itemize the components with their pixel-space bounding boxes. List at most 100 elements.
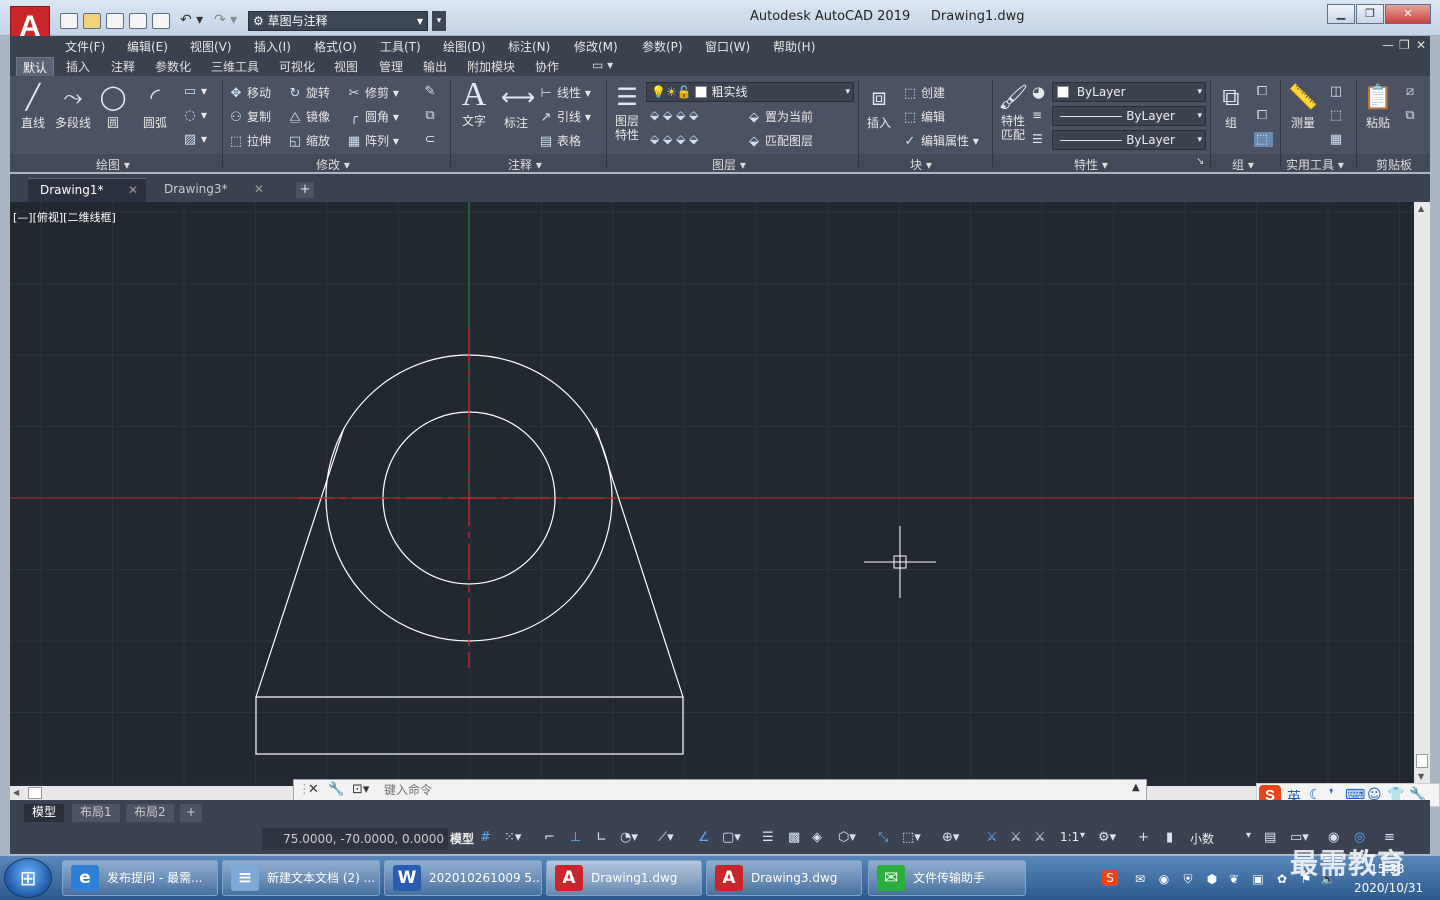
gear-icon[interactable]: ⚙▾	[1098, 830, 1116, 845]
scrollbar-thumb[interactable]	[1416, 754, 1428, 768]
sogou-tray-icon[interactable]: S	[1102, 870, 1118, 886]
nvidia-icon[interactable]: ▣	[1250, 871, 1266, 887]
taskbar-item-drawing3[interactable]: A Drawing3.dwg	[706, 860, 862, 896]
object-snap-tracking-icon[interactable]: ∠	[698, 830, 710, 845]
taskbar-item-notepad[interactable]: ≡ 新建文本文档 (2) ...	[222, 860, 380, 896]
new-tab-plus-icon[interactable]: +	[296, 182, 314, 198]
measure-button[interactable]: 📏 测量	[1284, 82, 1322, 131]
taskbar-item-drawing1[interactable]: A Drawing1.dwg	[546, 860, 702, 896]
clock-date[interactable]: 2020/10/31	[1354, 881, 1423, 895]
doc-close-icon[interactable]: ✕	[1416, 38, 1426, 52]
cursor-coordinates[interactable]: 75.0000, -70.0000, 0.0000	[262, 828, 448, 850]
minimize-button[interactable]: ▁	[1327, 4, 1355, 24]
linetype-select[interactable]: ByLayer ▾	[1052, 106, 1206, 126]
explode-icon[interactable]: ⧉	[422, 108, 441, 123]
table-button[interactable]: ▤ 表格	[538, 132, 581, 149]
tab-addins[interactable]: 附加模块	[467, 58, 515, 75]
set-current-button[interactable]: ⬙ 置为当前	[746, 108, 813, 125]
draw-panel-title[interactable]: 绘图 ▾	[96, 156, 130, 173]
maximize-button[interactable]: ❐	[1356, 4, 1384, 24]
redo-icon[interactable]: ↷ ▾	[214, 12, 237, 28]
utilities-panel-title[interactable]: 实用工具 ▾	[1286, 156, 1344, 173]
properties-panel-title[interactable]: 特性 ▾	[1074, 156, 1108, 173]
close-button[interactable]: ✕	[1385, 4, 1431, 24]
units-icon[interactable]: ▮	[1166, 830, 1173, 845]
snap-icon[interactable]: ⁙▾	[504, 830, 521, 845]
scroll-left-icon[interactable]: ◀	[13, 788, 19, 797]
command-prompt-icon[interactable]: ⊡▾	[352, 782, 369, 797]
add-layout-plus-icon[interactable]: +	[180, 804, 203, 822]
polyline-button[interactable]: ⤳ 多段线	[52, 82, 94, 131]
menu-edit[interactable]: 编辑(E)	[127, 38, 168, 55]
menu-draw[interactable]: 绘图(D)	[443, 38, 486, 55]
tab-view[interactable]: 视图	[334, 58, 358, 75]
rectangle-icon[interactable]: ▭ ▾	[182, 84, 207, 99]
close-icon[interactable]: ✕	[128, 179, 138, 201]
menu-insert[interactable]: 插入(I)	[254, 38, 291, 55]
leader-button[interactable]: ↗ 引线 ▾	[538, 108, 591, 125]
menu-parametric[interactable]: 参数(P)	[642, 38, 683, 55]
layout-tab-model[interactable]: 模型	[24, 804, 65, 822]
linetype-icon[interactable]: ≡	[1032, 108, 1042, 122]
qat-more-icon[interactable]: ▾	[432, 11, 446, 31]
drawing-canvas[interactable]: [—][俯视][二维线框]	[10, 202, 1414, 786]
doc-minimize-icon[interactable]: —	[1382, 38, 1394, 52]
open-folder-icon[interactable]	[83, 13, 101, 29]
new-file-icon[interactable]	[60, 13, 78, 29]
stretch-button[interactable]: ⬚ 拉伸	[228, 132, 271, 149]
color-select[interactable]: ByLayer ▾	[1052, 82, 1206, 102]
annotation-visibility-icon[interactable]: ⚔	[986, 830, 998, 845]
model-space-button[interactable]: 模型	[450, 830, 474, 847]
quick-select-icon[interactable]: ⬚	[1328, 108, 1347, 123]
arc-button[interactable]: ◜ 圆弧	[136, 82, 174, 131]
menu-view[interactable]: 视图(V)	[190, 38, 232, 55]
color-wheel-icon[interactable]: ◕	[1032, 83, 1045, 101]
tab-default[interactable]: 默认	[16, 57, 55, 78]
id-point-icon[interactable]: ◫	[1328, 84, 1347, 99]
paste-button[interactable]: 📋 粘贴	[1360, 82, 1396, 131]
object-snap-icon[interactable]: ▢▾	[722, 830, 741, 845]
edit-block-button[interactable]: ⬚ 编辑	[902, 108, 945, 125]
units-value[interactable]: 小数	[1190, 830, 1214, 847]
leaf-icon[interactable]: ❦	[1226, 871, 1242, 887]
viewport-controls-label[interactable]: [—][俯视][二维线框]	[13, 209, 116, 225]
line-button[interactable]: ╱ 直线	[16, 82, 50, 131]
offset-icon[interactable]: ⊂	[422, 132, 441, 147]
tab-collaborate[interactable]: 协作	[535, 58, 559, 75]
fillet-button[interactable]: ╭ 圆角 ▾	[346, 108, 399, 125]
layer-tools-row-2[interactable]: ⬙ ⬙ ⬙ ⬙	[650, 132, 698, 146]
layer-tools-row-1[interactable]: ⬙ ⬙ ⬙ ⬙	[650, 108, 698, 122]
app-tray-icon[interactable]: ✿	[1274, 871, 1290, 887]
linear-button[interactable]: ⊢ 线性 ▾	[538, 84, 591, 101]
ribbon-toggle-icon[interactable]: ▭ ▾	[592, 58, 613, 72]
scroll-up-icon[interactable]: ▲	[1418, 204, 1424, 213]
group-edit-icon[interactable]: ⧠	[1254, 108, 1273, 123]
copy-button[interactable]: ⚇ 复制	[228, 108, 271, 125]
undo-icon[interactable]: ↶ ▾	[180, 12, 203, 28]
grid-icon[interactable]: #	[480, 830, 491, 845]
gizmo-icon[interactable]: ⊕▾	[942, 830, 959, 845]
transparency-icon[interactable]: ▩	[788, 830, 800, 845]
properties-launcher-icon[interactable]: ↘	[1196, 156, 1204, 167]
modify-panel-title[interactable]: 修改 ▾	[316, 156, 350, 173]
layer-select[interactable]: 💡☀🔓 粗实线 ▾	[646, 82, 854, 102]
calculator-icon[interactable]: ▦	[1328, 132, 1347, 147]
taskbar-item-word[interactable]: W 202010261009 5...	[384, 860, 542, 896]
tab-annotate[interactable]: 注释	[111, 58, 135, 75]
save-as-icon[interactable]	[129, 13, 147, 29]
dimension-button[interactable]: ⟷ 标注	[496, 82, 536, 131]
tab-3d-tools[interactable]: 三维工具	[211, 58, 259, 75]
group-button[interactable]: ⧉ 组	[1214, 82, 1248, 131]
cut-icon[interactable]: ⧄	[1402, 84, 1421, 99]
tab-visualize[interactable]: 可视化	[279, 58, 315, 75]
menu-file[interactable]: 文件(F)	[65, 38, 105, 55]
edit-attributes-button[interactable]: ✓ 编辑属性 ▾	[902, 132, 979, 149]
tab-parametric[interactable]: 参数化	[155, 58, 191, 75]
workspace-select[interactable]: ⚙ 草图与注释 ▾	[248, 11, 428, 31]
menu-modify[interactable]: 修改(M)	[574, 38, 618, 55]
dynamic-input-icon[interactable]: ⊥	[570, 830, 581, 845]
trim-button[interactable]: ✂ 修剪 ▾	[346, 84, 399, 101]
text-button[interactable]: A 文字	[454, 78, 494, 129]
start-button[interactable]: ⊞	[4, 858, 52, 898]
quick-properties-icon[interactable]: ▤	[1264, 830, 1276, 845]
